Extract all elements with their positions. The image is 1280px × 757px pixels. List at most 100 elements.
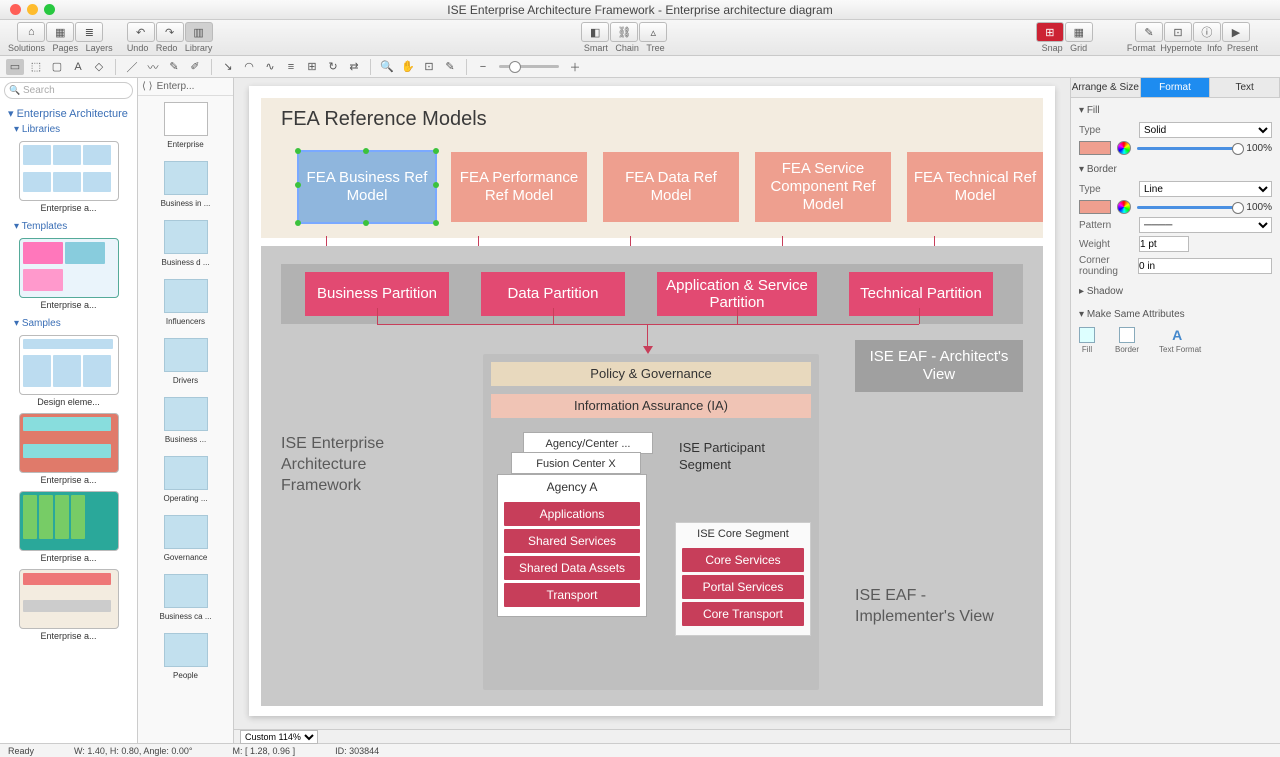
align-tool-icon[interactable]: ≡ xyxy=(282,59,300,75)
sample-thumb[interactable]: Enterprise a... xyxy=(4,491,133,563)
technical-partition[interactable]: Technical Partition xyxy=(849,272,993,316)
applications-box[interactable]: Applications xyxy=(504,502,640,526)
stencil-item[interactable]: People xyxy=(138,627,233,686)
present-button[interactable]: ▶ xyxy=(1222,22,1250,42)
grid-button[interactable]: ▦ xyxy=(1065,22,1093,42)
stencil-item[interactable]: Governance xyxy=(138,509,233,568)
tab-arrange[interactable]: Arrange & Size xyxy=(1071,78,1141,97)
search-input[interactable]: Search xyxy=(4,82,133,99)
portal-services-box[interactable]: Portal Services xyxy=(682,575,804,599)
fill-type-select[interactable]: Solid xyxy=(1139,122,1272,138)
canvas-scroll[interactable]: FEA Reference Models FEA Business Ref Mo… xyxy=(234,78,1070,729)
rect-tool-icon[interactable]: ▢ xyxy=(48,59,66,75)
rounding-input[interactable] xyxy=(1138,258,1272,274)
format-button[interactable]: ✎ xyxy=(1135,22,1163,42)
core-segment-column[interactable]: ISE Core Segment Core Services Portal Se… xyxy=(675,522,811,636)
tab-format[interactable]: Format xyxy=(1141,78,1211,97)
fea-service-box[interactable]: FEA Service Component Ref Model xyxy=(755,152,891,222)
snap-button[interactable]: ⊞ xyxy=(1036,22,1064,42)
tree-samples[interactable]: ▾ Samples xyxy=(4,316,133,331)
template-thumb[interactable]: Enterprise a... xyxy=(4,238,133,310)
eyedropper-tool-icon[interactable]: ✐ xyxy=(186,59,204,75)
crop-tool-icon[interactable]: ⊡ xyxy=(420,59,438,75)
border-section[interactable]: ▾ Border xyxy=(1079,161,1272,178)
color-wheel-icon[interactable] xyxy=(1117,200,1131,214)
pages-button[interactable]: ▦ xyxy=(46,22,74,42)
pattern-select[interactable]: ──── xyxy=(1139,217,1272,233)
fea-technical-box[interactable]: FEA Technical Ref Model xyxy=(907,152,1043,222)
sample-thumb[interactable]: Enterprise a... xyxy=(4,569,133,641)
shared-data-box[interactable]: Shared Data Assets xyxy=(504,556,640,580)
stencil-item[interactable]: Business ca ... xyxy=(138,568,233,627)
agency-center-card[interactable]: Agency/Center ... xyxy=(523,432,653,454)
tab-text[interactable]: Text xyxy=(1210,78,1280,97)
same-text-button[interactable]: AText Format xyxy=(1159,327,1201,354)
select-tool-icon[interactable]: ⬚ xyxy=(27,59,45,75)
make-same-section[interactable]: ▾ Make Same Attributes xyxy=(1079,306,1272,323)
color-wheel-icon[interactable] xyxy=(1117,141,1131,155)
stencil-item[interactable]: Drivers xyxy=(138,332,233,391)
border-opacity-slider[interactable] xyxy=(1137,206,1240,209)
same-fill-button[interactable]: Fill xyxy=(1079,327,1095,354)
pen-tool-icon[interactable]: ✎ xyxy=(165,59,183,75)
architects-view-box[interactable]: ISE EAF - Architect's View xyxy=(855,340,1023,392)
tree-root[interactable]: ▾ Enterprise Architecture xyxy=(4,105,133,122)
close-window-button[interactable] xyxy=(10,4,21,15)
tree-libraries[interactable]: ▾ Libraries xyxy=(4,122,133,137)
library-button[interactable]: ▥ xyxy=(185,22,213,42)
fill-opacity-slider[interactable] xyxy=(1137,147,1240,150)
undo-button[interactable]: ↶ xyxy=(127,22,155,42)
stencil-item[interactable]: Business d ... xyxy=(138,214,233,273)
sample-thumb[interactable]: Design eleme... xyxy=(4,335,133,407)
border-color-swatch[interactable] xyxy=(1079,200,1111,214)
tree-templates[interactable]: ▾ Templates xyxy=(4,219,133,234)
zoom-window-button[interactable] xyxy=(44,4,55,15)
transport-box[interactable]: Transport xyxy=(504,583,640,607)
core-services-box[interactable]: Core Services xyxy=(682,548,804,572)
zoom-slider[interactable] xyxy=(499,65,559,68)
stencil-item[interactable]: Business in ... xyxy=(138,155,233,214)
border-type-select[interactable]: Line xyxy=(1139,181,1272,197)
solutions-button[interactable]: ⌂ xyxy=(17,22,45,42)
drawing-canvas[interactable]: FEA Reference Models FEA Business Ref Mo… xyxy=(249,86,1055,716)
stencil-item[interactable]: Business ... xyxy=(138,391,233,450)
hand-tool-icon[interactable]: ✋ xyxy=(399,59,417,75)
library-thumb[interactable]: Enterprise a... xyxy=(4,141,133,213)
distribute-tool-icon[interactable]: ⊞ xyxy=(303,59,321,75)
shared-services-box[interactable]: Shared Services xyxy=(504,529,640,553)
flip-tool-icon[interactable]: ⇄ xyxy=(345,59,363,75)
pointer-tool-icon[interactable]: ▭ xyxy=(6,59,24,75)
stencil-nav[interactable]: ⟨ ⟩ Enterp... xyxy=(138,78,233,96)
same-border-button[interactable]: Border xyxy=(1115,327,1139,354)
minimize-window-button[interactable] xyxy=(27,4,38,15)
fill-section[interactable]: ▾ Fill xyxy=(1079,102,1272,119)
fea-data-box[interactable]: FEA Data Ref Model xyxy=(603,152,739,222)
layers-button[interactable]: ≣ xyxy=(75,22,103,42)
chain-button[interactable]: ⛓ xyxy=(610,22,638,42)
spline-tool-icon[interactable]: ∿ xyxy=(261,59,279,75)
connector-tool-icon[interactable]: ↘ xyxy=(219,59,237,75)
fea-business-box[interactable]: FEA Business Ref Model xyxy=(299,152,435,222)
stencil-item[interactable]: Operating ... xyxy=(138,450,233,509)
zoom-select[interactable]: Custom 114% xyxy=(240,730,318,744)
rotate-tool-icon[interactable]: ↻ xyxy=(324,59,342,75)
shadow-section[interactable]: ▸ Shadow xyxy=(1079,283,1272,300)
redo-button[interactable]: ↷ xyxy=(156,22,184,42)
info-assurance-box[interactable]: Information Assurance (IA) xyxy=(491,394,811,418)
policy-box[interactable]: Policy & Governance xyxy=(491,362,811,386)
fusion-center-card[interactable]: Fusion Center X xyxy=(511,452,641,474)
tree-button[interactable]: ▵ xyxy=(639,22,667,42)
line-tool-icon[interactable]: ／ xyxy=(123,59,141,75)
zoom-in-icon[interactable]: ＋ xyxy=(566,59,584,75)
fill-color-swatch[interactable] xyxy=(1079,141,1111,155)
shape-tool-icon[interactable]: ◇ xyxy=(90,59,108,75)
text-tool-icon[interactable]: A xyxy=(69,59,87,75)
stencil-item[interactable]: Influencers xyxy=(138,273,233,332)
hypernote-button[interactable]: ⊡ xyxy=(1164,22,1192,42)
info-button[interactable]: ⓘ xyxy=(1193,22,1221,42)
zoom-out-icon[interactable]: − xyxy=(474,59,492,75)
fea-performance-box[interactable]: FEA Performance Ref Model xyxy=(451,152,587,222)
curve-tool-icon[interactable]: 〰 xyxy=(144,59,162,75)
stencil-item[interactable]: Enterprise xyxy=(138,96,233,155)
weight-input[interactable] xyxy=(1139,236,1189,252)
